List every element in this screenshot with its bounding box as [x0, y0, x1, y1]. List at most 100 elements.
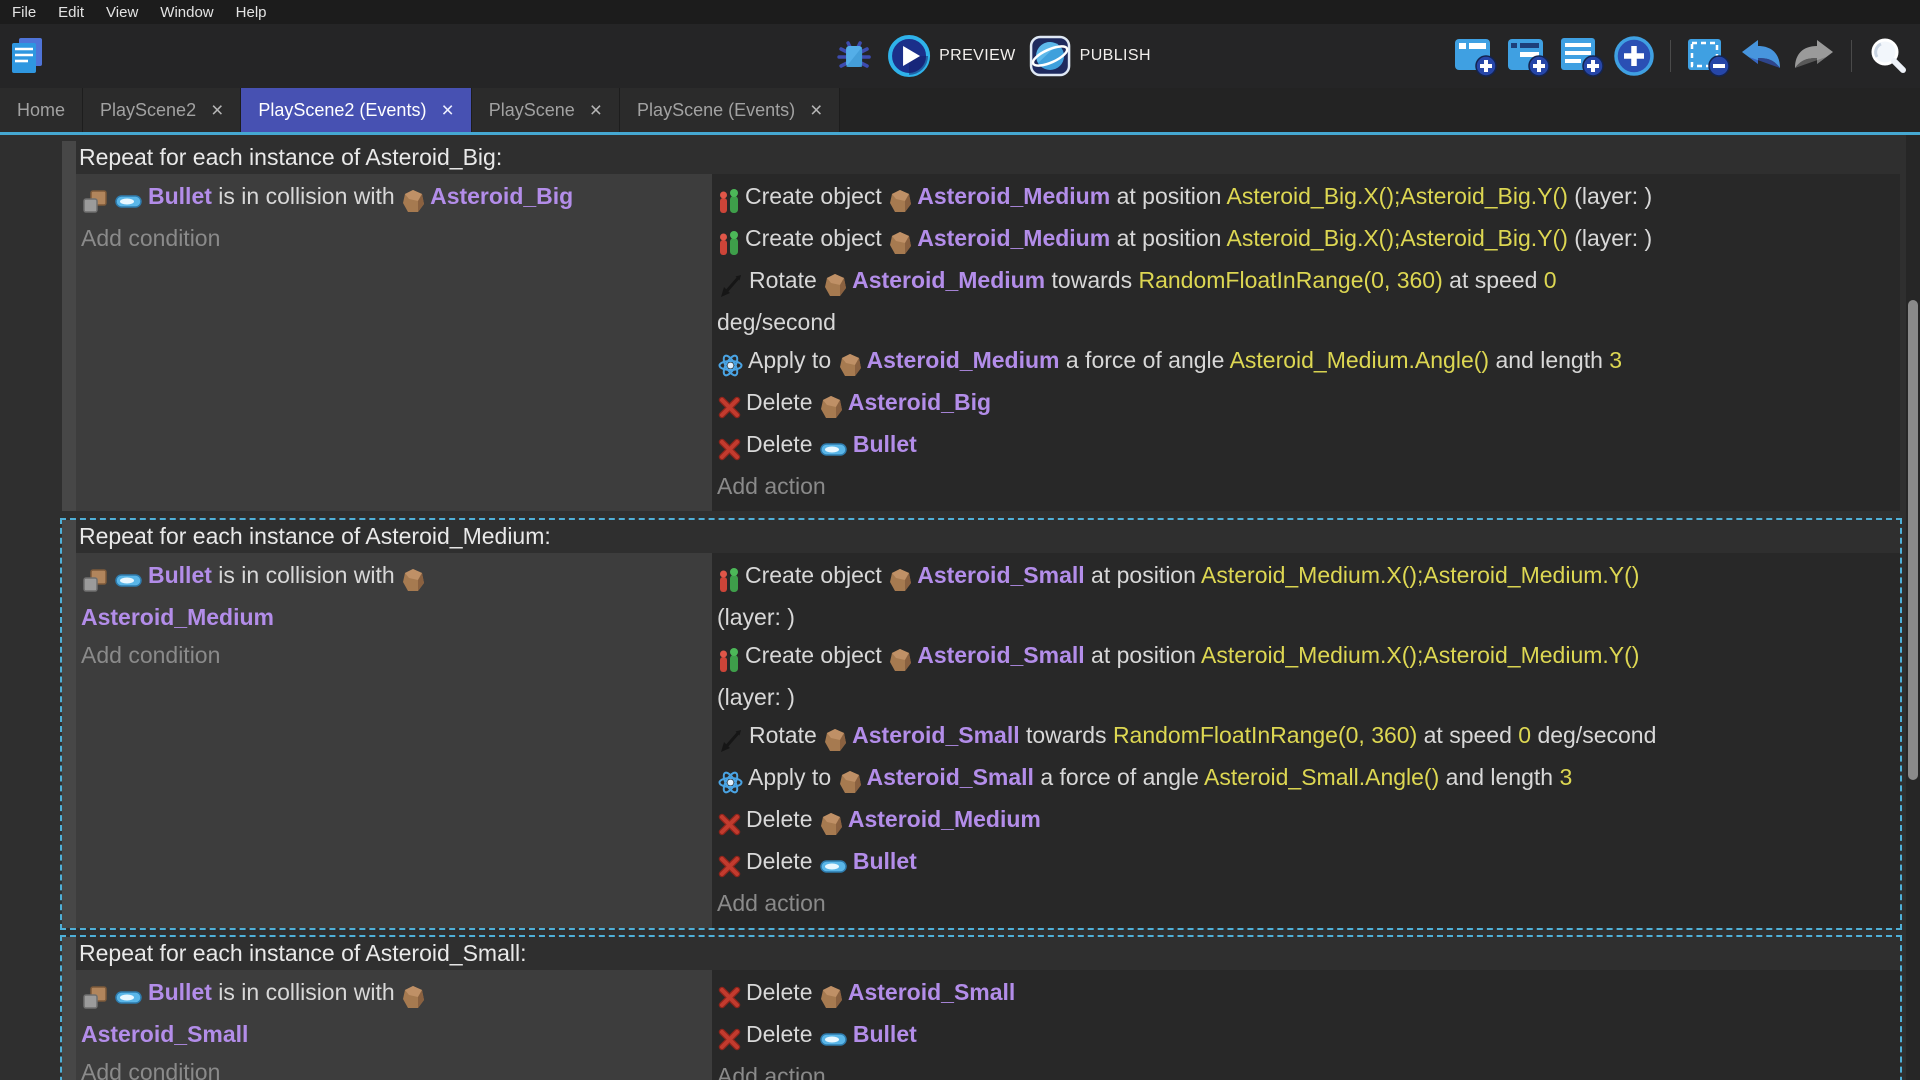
add-action-button[interactable]: Add action — [717, 884, 1855, 922]
toolbar-separator — [1670, 40, 1671, 72]
instruction-text: deg/second — [717, 309, 836, 335]
action-instruction[interactable]: Delete Asteroid_Medium — [717, 800, 1855, 842]
debug-icon[interactable] — [833, 35, 875, 77]
event-header[interactable]: Repeat for each instance of Asteroid_Sma… — [76, 937, 1900, 970]
object-name: Asteroid_Big — [430, 183, 573, 209]
action-instruction[interactable]: Delete Asteroid_Big — [717, 383, 1855, 425]
instruction-text: is in collision with — [212, 183, 401, 209]
menu-window[interactable]: Window — [157, 4, 216, 21]
instruction-text: a force of angle — [1059, 347, 1229, 373]
menu-file[interactable]: File — [9, 4, 39, 21]
action-instruction[interactable]: Create object Asteroid_Small at position… — [717, 636, 1855, 716]
close-icon[interactable]: × — [211, 100, 223, 121]
events-sheet: Repeat for each instance of Asteroid_Big… — [0, 135, 1920, 1080]
action-instruction[interactable]: Delete Bullet — [717, 425, 1855, 467]
vertical-scrollbar[interactable] — [1906, 135, 1920, 1080]
condition-instruction[interactable]: Bullet is in collision with Asteroid_Sma… — [81, 973, 704, 1053]
add-subevent-icon[interactable] — [1506, 34, 1552, 78]
event-block-2[interactable]: Repeat for each instance of Asteroid_Med… — [60, 518, 1902, 930]
instruction-text: (layer: ) — [717, 604, 795, 630]
event-block-1[interactable]: Repeat for each instance of Asteroid_Big… — [60, 139, 1902, 513]
add-condition-button[interactable]: Add condition — [81, 1053, 704, 1080]
add-condition-button[interactable]: Add condition — [81, 219, 704, 257]
tab-playscene-events[interactable]: PlayScene (Events)× — [620, 88, 840, 132]
instruction-text: at position — [1085, 562, 1201, 588]
event-drag-handle[interactable] — [62, 937, 76, 1080]
tab-label: PlayScene2 — [100, 100, 196, 121]
object-name: Asteroid_Medium — [917, 225, 1110, 251]
instruction-text: Rotate — [749, 267, 823, 293]
bullet-icon — [820, 1019, 848, 1057]
event-body: Bullet is in collision with Asteroid_Big… — [76, 174, 1900, 511]
action-instruction[interactable]: Create object Asteroid_Medium at positio… — [717, 177, 1855, 219]
publish-button[interactable]: PUBLISH — [1028, 34, 1151, 78]
toolbar-separator — [1851, 40, 1852, 72]
close-icon[interactable]: × — [590, 100, 602, 121]
action-instruction[interactable]: Create object Asteroid_Medium at positio… — [717, 219, 1855, 261]
instruction-text: Delete — [746, 431, 819, 457]
preview-label: PREVIEW — [939, 47, 1016, 65]
add-condition-button[interactable]: Add condition — [81, 636, 704, 674]
project-manager-icon[interactable] — [10, 36, 44, 76]
expression-text: RandomFloatInRange(0, 360) — [1113, 722, 1417, 748]
choose-event-icon[interactable] — [1612, 34, 1656, 78]
action-instruction[interactable]: Rotate Asteroid_Small towards RandomFloa… — [717, 716, 1855, 758]
event-block-3[interactable]: Repeat for each instance of Asteroid_Sma… — [60, 935, 1902, 1080]
conditions-column: Bullet is in collision with Asteroid_Med… — [76, 553, 712, 928]
menu-help[interactable]: Help — [233, 4, 270, 21]
tab-label: PlayScene2 (Events) — [258, 100, 426, 121]
action-instruction[interactable]: Delete Bullet — [717, 1015, 1855, 1057]
close-icon[interactable]: × — [810, 100, 822, 121]
tab-label: Home — [17, 100, 65, 121]
instruction-text: Delete — [746, 1021, 819, 1047]
tab-playscene2[interactable]: PlayScene2 × — [83, 88, 241, 132]
action-instruction[interactable]: Apply to Asteroid_Small a force of angle… — [717, 758, 1855, 800]
scrollbar-thumb[interactable] — [1908, 300, 1918, 780]
delete-selection-icon[interactable] — [1685, 34, 1731, 78]
menu-view[interactable]: View — [103, 4, 141, 21]
collision-icon — [82, 560, 109, 598]
event-body: Bullet is in collision with Asteroid_Med… — [76, 553, 1900, 928]
bullet-icon — [115, 560, 143, 598]
event-drag-handle[interactable] — [62, 520, 76, 928]
condition-instruction[interactable]: Bullet is in collision with Asteroid_Big — [81, 177, 704, 219]
tab-playscene[interactable]: PlayScene× — [472, 88, 620, 132]
action-instruction[interactable]: Apply to Asteroid_Medium a force of angl… — [717, 341, 1855, 383]
tab-playscene2-events[interactable]: PlayScene2 (Events) × — [241, 88, 471, 132]
asteroid-icon — [820, 977, 843, 1015]
redo-icon[interactable] — [1791, 36, 1837, 76]
event-drag-handle[interactable] — [62, 141, 76, 511]
preview-button[interactable]: PREVIEW — [887, 34, 1016, 78]
actions-column: Create object Asteroid_Small at position… — [712, 553, 1900, 928]
add-event-icon[interactable] — [1453, 34, 1499, 78]
expression-text: 0 — [1518, 722, 1531, 748]
add-action-button[interactable]: Add action — [717, 1057, 1855, 1080]
object-name: Bullet — [148, 979, 212, 1005]
rotate-icon — [718, 720, 744, 758]
object-name: Bullet — [853, 431, 917, 457]
action-instruction[interactable]: Delete Bullet — [717, 842, 1855, 884]
object-name: Bullet — [148, 183, 212, 209]
asteroid-icon — [889, 640, 912, 678]
instruction-text: Delete — [746, 806, 819, 832]
undo-icon[interactable] — [1738, 36, 1784, 76]
action-instruction[interactable]: Delete Asteroid_Small — [717, 973, 1855, 1015]
asteroid-icon — [889, 223, 912, 261]
search-icon[interactable] — [1866, 35, 1908, 77]
condition-instruction[interactable]: Bullet is in collision with Asteroid_Med… — [81, 556, 704, 636]
asteroid-icon — [402, 560, 425, 598]
object-name: Asteroid_Medium — [867, 347, 1060, 373]
delete-icon — [718, 387, 741, 425]
action-instruction[interactable]: Rotate Asteroid_Medium towards RandomFlo… — [717, 261, 1855, 341]
add-comment-icon[interactable] — [1559, 34, 1605, 78]
event-header[interactable]: Repeat for each instance of Asteroid_Big… — [76, 141, 1900, 174]
add-action-button[interactable]: Add action — [717, 467, 1855, 505]
action-instruction[interactable]: Create object Asteroid_Small at position… — [717, 556, 1855, 636]
tab-home[interactable]: Home — [0, 88, 83, 132]
menu-edit[interactable]: Edit — [55, 4, 87, 21]
event-header[interactable]: Repeat for each instance of Asteroid_Med… — [76, 520, 1900, 553]
instruction-text: towards — [1020, 722, 1113, 748]
close-icon[interactable]: × — [441, 100, 453, 121]
delete-icon — [718, 804, 741, 842]
event-main: Repeat for each instance of Asteroid_Med… — [76, 520, 1900, 928]
